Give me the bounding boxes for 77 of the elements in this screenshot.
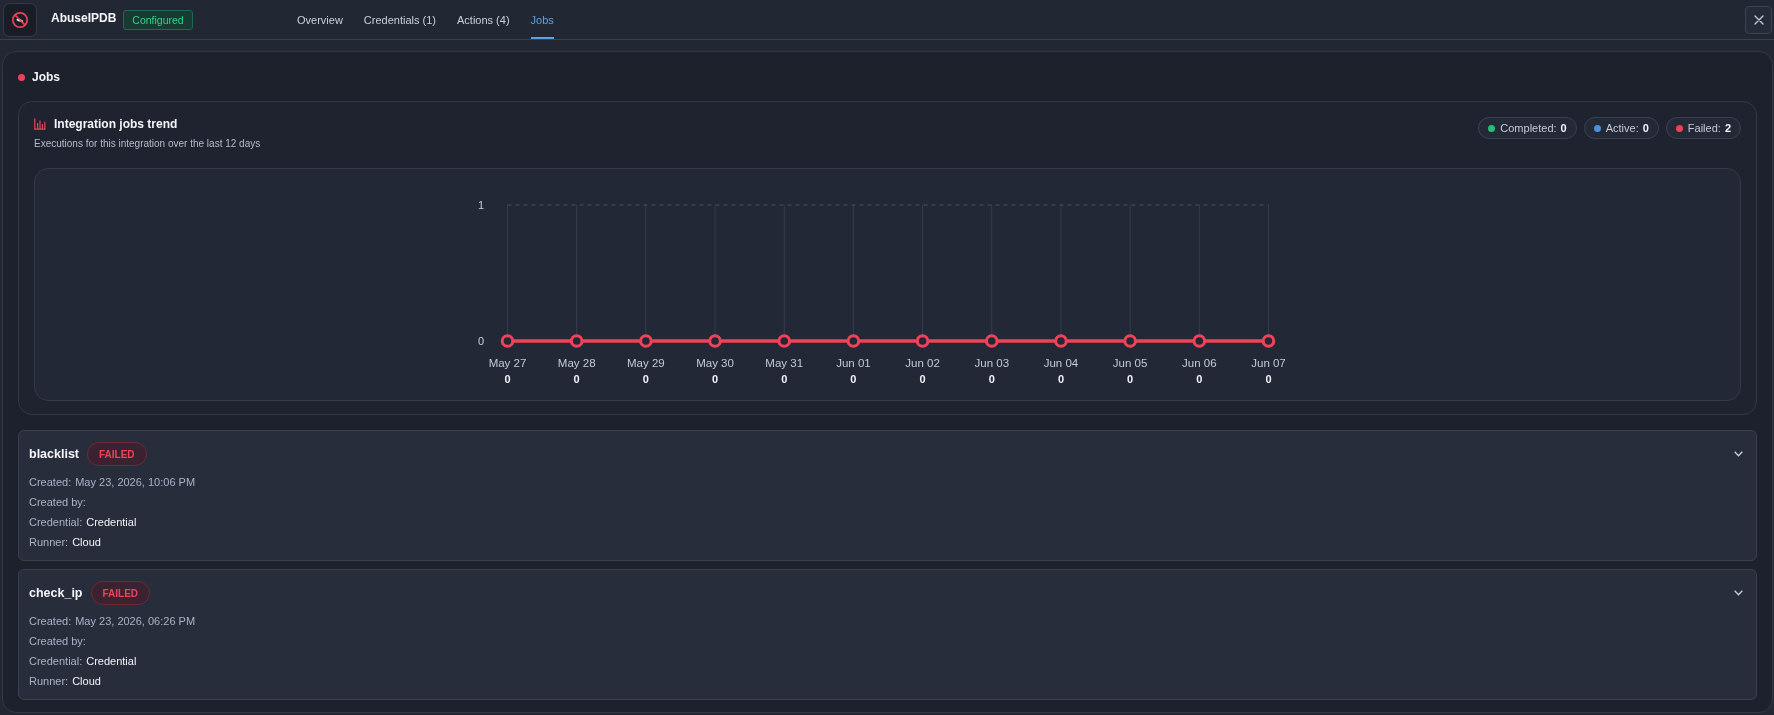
detail-value: May 23, 2026, 10:06 PM bbox=[75, 476, 196, 488]
section-dot-icon bbox=[18, 73, 25, 81]
job-name: blacklist bbox=[29, 447, 80, 461]
app-title: AbuseIPDB bbox=[51, 10, 117, 25]
value-label: 0 bbox=[642, 373, 649, 385]
detail-value: Credential bbox=[86, 516, 137, 528]
detail-value: Credential bbox=[86, 655, 137, 667]
detail-value: May 23, 2026, 06:26 PM bbox=[75, 615, 196, 627]
chart-subtitle: Executions for this integration over the last 12 days bbox=[34, 137, 261, 151]
close-icon bbox=[1753, 14, 1764, 25]
value-label: 0 bbox=[573, 373, 580, 385]
data-point bbox=[707, 334, 722, 348]
data-point bbox=[1261, 334, 1275, 348]
data-point bbox=[1053, 334, 1068, 348]
detail-label: Created: bbox=[29, 615, 72, 627]
status-count: 0 bbox=[1560, 122, 1567, 134]
data-point bbox=[776, 334, 791, 348]
section-title: Jobs bbox=[32, 70, 60, 84]
data-point bbox=[500, 334, 514, 348]
status-label: Failed: bbox=[1687, 122, 1721, 134]
x-axis-label: May 29 bbox=[626, 357, 665, 369]
data-point bbox=[915, 334, 929, 348]
data-point bbox=[846, 334, 860, 348]
value-label: 0 bbox=[919, 373, 926, 385]
x-axis-label: Jun 03 bbox=[974, 357, 1009, 369]
data-point bbox=[1122, 334, 1137, 348]
y-axis-label: 0 bbox=[477, 335, 484, 347]
tab[interactable]: Overview bbox=[297, 0, 343, 39]
detail-label: Runner: bbox=[29, 536, 69, 548]
detail-label: Credential: bbox=[29, 655, 83, 667]
x-axis-label: May 28 bbox=[557, 357, 596, 369]
chevron-icon[interactable] bbox=[1734, 590, 1743, 596]
x-axis-label: Jun 06 bbox=[1181, 357, 1217, 369]
data-point bbox=[984, 334, 999, 348]
close-button[interactable] bbox=[1745, 5, 1772, 34]
value-label: 0 bbox=[1264, 373, 1272, 385]
detail-label: Created by: bbox=[29, 496, 86, 508]
data-point bbox=[1192, 334, 1206, 348]
detail-value: Cloud bbox=[72, 675, 101, 687]
value-label: 0 bbox=[780, 373, 787, 385]
tab[interactable]: Credentials (1) bbox=[363, 0, 436, 39]
chevron-icon[interactable] bbox=[1734, 451, 1743, 457]
x-axis-label: Jun 01 bbox=[835, 357, 871, 369]
x-axis-label: Jun 04 bbox=[1043, 357, 1078, 369]
detail-label: Created by: bbox=[29, 635, 86, 647]
chart-title: Integration jobs trend bbox=[54, 117, 178, 131]
x-axis-label: Jun 05 bbox=[1112, 357, 1147, 369]
x-axis-label: Jun 02 bbox=[904, 357, 940, 369]
job-name: check_ip bbox=[29, 586, 83, 600]
value-label: 0 bbox=[1126, 373, 1133, 385]
tab[interactable]: Actions (4) bbox=[457, 0, 510, 39]
value-label: 0 bbox=[503, 373, 511, 385]
y-axis-label: 1 bbox=[477, 199, 484, 211]
data-point bbox=[569, 334, 583, 348]
detail-label: Created: bbox=[29, 476, 72, 488]
x-axis-label: May 31 bbox=[764, 357, 803, 369]
value-label: 0 bbox=[1057, 373, 1064, 385]
status-label: Completed: bbox=[1500, 122, 1557, 134]
bar-chart-icon bbox=[34, 118, 46, 130]
detail-label: Credential: bbox=[29, 516, 83, 528]
status-badge: FAILED bbox=[90, 581, 151, 605]
status-count: 0 bbox=[1642, 122, 1649, 134]
tab[interactable]: Jobs bbox=[530, 0, 554, 39]
status-count: 2 bbox=[1724, 122, 1731, 134]
detail-value: Cloud bbox=[72, 536, 101, 548]
status-badge: FAILED bbox=[87, 442, 147, 466]
value-label: 0 bbox=[849, 373, 856, 385]
x-axis-label: May 27 bbox=[488, 357, 526, 369]
x-axis-label: Jun 07 bbox=[1250, 357, 1286, 369]
value-label: 0 bbox=[988, 373, 995, 385]
status-label: Active: bbox=[1605, 122, 1639, 134]
value-label: 0 bbox=[1195, 373, 1202, 385]
detail-label: Runner: bbox=[29, 675, 69, 687]
data-point bbox=[638, 334, 653, 348]
value-label: 0 bbox=[711, 373, 718, 385]
x-axis-label: May 30 bbox=[695, 357, 734, 369]
status-badge: Configured bbox=[123, 9, 193, 30]
